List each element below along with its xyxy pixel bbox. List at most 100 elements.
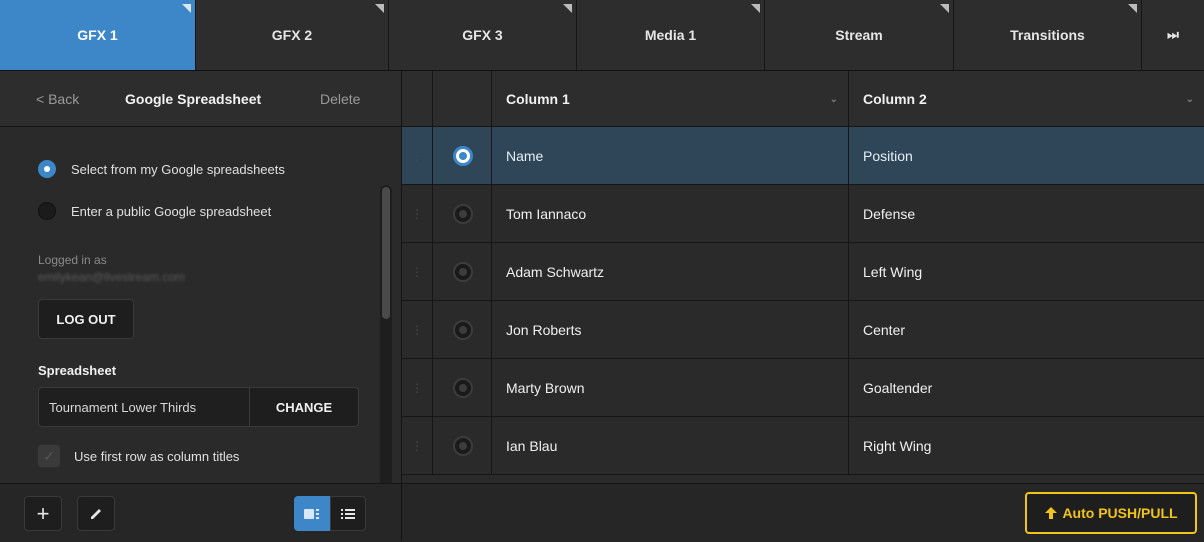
delete-button[interactable]: Delete — [320, 91, 360, 107]
drag-handle-icon[interactable]: ⋮ — [402, 417, 433, 474]
change-spreadsheet-button[interactable]: CHANGE — [249, 387, 359, 427]
table-header: Column 1 ⌄ Column 2 ⌄ — [402, 71, 1204, 127]
radio-icon[interactable] — [452, 377, 473, 398]
chevron-down-icon[interactable]: ⌄ — [830, 94, 838, 105]
table-footer: Auto PUSH/PULL — [402, 483, 1204, 542]
tab-corner-indicator — [1128, 4, 1137, 13]
radio-button-selected[interactable] — [38, 160, 56, 178]
table-cell[interactable]: Adam Schwartz — [492, 243, 849, 300]
table-cell[interactable]: Tom Iannaco — [492, 185, 849, 242]
column-header-2[interactable]: Column 2 ⌄ — [849, 71, 1204, 126]
chevron-down-icon[interactable]: ⌄ — [1186, 94, 1194, 105]
table-row[interactable]: ⋮ Tom Iannaco Defense — [402, 185, 1204, 243]
radio-selected-icon[interactable] — [452, 145, 473, 166]
column-title: Column 1 — [506, 90, 570, 107]
grid-icon — [304, 508, 319, 519]
tab-corner-indicator — [751, 4, 760, 13]
drag-handle-icon[interactable]: ⋮ — [402, 127, 433, 184]
panel-title: Google Spreadsheet — [125, 90, 262, 107]
table-row[interactable]: ⋮ Marty Brown Goaltender — [402, 359, 1204, 417]
radio-select-my-spreadsheets[interactable]: Select from my Google spreadsheets — [38, 160, 285, 178]
radio-button[interactable] — [38, 202, 56, 220]
edit-button[interactable] — [77, 496, 115, 531]
tab-corner-indicator — [375, 4, 384, 13]
table-row[interactable]: ⋮ Adam Schwartz Left Wing — [402, 243, 1204, 301]
tab-label: GFX 2 — [271, 27, 313, 43]
arrow-up-icon — [1045, 507, 1058, 519]
radio-icon[interactable] — [452, 319, 473, 340]
list-view-toggle[interactable] — [330, 496, 366, 531]
add-button[interactable]: + — [24, 496, 62, 531]
tab-transitions[interactable]: Transitions — [954, 0, 1142, 70]
table-cell[interactable]: Jon Roberts — [492, 301, 849, 358]
tab-bar: GFX 1 GFX 2 GFX 3 Media 1 Stream Transit… — [0, 0, 1204, 71]
panel-footer: + — [0, 483, 401, 542]
row-select-radio[interactable] — [434, 417, 492, 474]
table-row[interactable]: ⋮ Jon Roberts Center — [402, 301, 1204, 359]
grid-view-toggle[interactable] — [294, 496, 330, 531]
table-cell[interactable]: Name — [492, 127, 849, 184]
tab-label: Media 1 — [644, 27, 697, 43]
drag-handle-icon[interactable]: ⋮ — [402, 185, 433, 242]
checkbox-label: Use first row as column titles — [74, 448, 240, 464]
tab-overflow-button[interactable]: ⏭ — [1142, 0, 1204, 70]
spreadsheet-section-label: Spreadsheet — [38, 363, 117, 378]
header-grip-column — [402, 71, 433, 126]
table-cell[interactable]: Left Wing — [849, 243, 1204, 300]
row-select-radio[interactable] — [434, 243, 492, 300]
tab-corner-indicator — [940, 4, 949, 13]
table-row[interactable]: ⋮ Name Position — [402, 127, 1204, 185]
graphic-settings-panel: < Back Google Spreadsheet Delete Select … — [0, 71, 402, 542]
table-cell[interactable]: Ian Blau — [492, 417, 849, 474]
tab-corner-indicator — [182, 4, 191, 13]
tab-media-1[interactable]: Media 1 — [577, 0, 765, 70]
row-select-radio[interactable] — [434, 127, 492, 184]
drag-handle-icon[interactable]: ⋮ — [402, 243, 433, 300]
auto-push-pull-button[interactable]: Auto PUSH/PULL — [1025, 492, 1197, 534]
header-select-column — [433, 71, 492, 126]
logout-button[interactable]: LOG OUT — [38, 299, 134, 339]
row-select-radio[interactable] — [434, 301, 492, 358]
tab-gfx-1[interactable]: GFX 1 — [0, 0, 196, 70]
radio-icon[interactable] — [452, 261, 473, 282]
radio-enter-public-spreadsheet[interactable]: Enter a public Google spreadsheet — [38, 202, 271, 220]
table-cell[interactable]: Goaltender — [849, 359, 1204, 416]
first-row-titles-option[interactable]: ✓ Use first row as column titles — [38, 445, 239, 467]
table-cell[interactable]: Center — [849, 301, 1204, 358]
table-row[interactable]: ⋮ Ian Blau Right Wing — [402, 417, 1204, 475]
push-button-label: Auto PUSH/PULL — [1062, 505, 1178, 521]
tab-label: GFX 1 — [77, 27, 118, 43]
tab-label: GFX 3 — [462, 27, 503, 43]
radio-label: Select from my Google spreadsheets — [71, 161, 285, 177]
row-select-radio[interactable] — [434, 359, 492, 416]
column-header-1[interactable]: Column 1 ⌄ — [492, 71, 849, 126]
tab-gfx-2[interactable]: GFX 2 — [196, 0, 389, 70]
list-icon — [341, 508, 355, 519]
spreadsheet-name-field: Tournament Lower Thirds — [38, 387, 249, 427]
tab-label: Stream — [835, 27, 883, 43]
scrollbar-thumb[interactable] — [382, 187, 390, 319]
drag-handle-icon[interactable]: ⋮ — [402, 301, 433, 358]
skip-forward-icon: ⏭ — [1167, 27, 1179, 42]
table-cell[interactable]: Marty Brown — [492, 359, 849, 416]
tab-gfx-3[interactable]: GFX 3 — [389, 0, 577, 70]
spreadsheet-table: Column 1 ⌄ Column 2 ⌄ ⋮ Name Position ⋮ … — [402, 71, 1204, 542]
tab-label: Transitions — [1010, 27, 1085, 43]
radio-icon[interactable] — [452, 203, 473, 224]
table-cell[interactable]: Right Wing — [849, 417, 1204, 474]
table-cell[interactable]: Position — [849, 127, 1204, 184]
row-select-radio[interactable] — [434, 185, 492, 242]
drag-handle-icon[interactable]: ⋮ — [402, 359, 433, 416]
panel-header: < Back Google Spreadsheet Delete — [0, 71, 401, 127]
radio-icon[interactable] — [452, 435, 473, 456]
radio-label: Enter a public Google spreadsheet — [71, 203, 272, 219]
tab-stream[interactable]: Stream — [765, 0, 954, 70]
logged-in-label: Logged in as — [38, 253, 107, 267]
plus-icon: + — [36, 500, 50, 526]
panel-body: Select from my Google spreadsheets Enter… — [0, 127, 401, 537]
column-title: Column 2 — [863, 90, 927, 107]
checkbox-first-row-titles[interactable]: ✓ — [38, 445, 60, 467]
back-button[interactable]: < Back — [36, 91, 79, 107]
table-cell[interactable]: Defense — [849, 185, 1204, 242]
logged-in-email: emilykean@livestream.com — [38, 270, 185, 284]
